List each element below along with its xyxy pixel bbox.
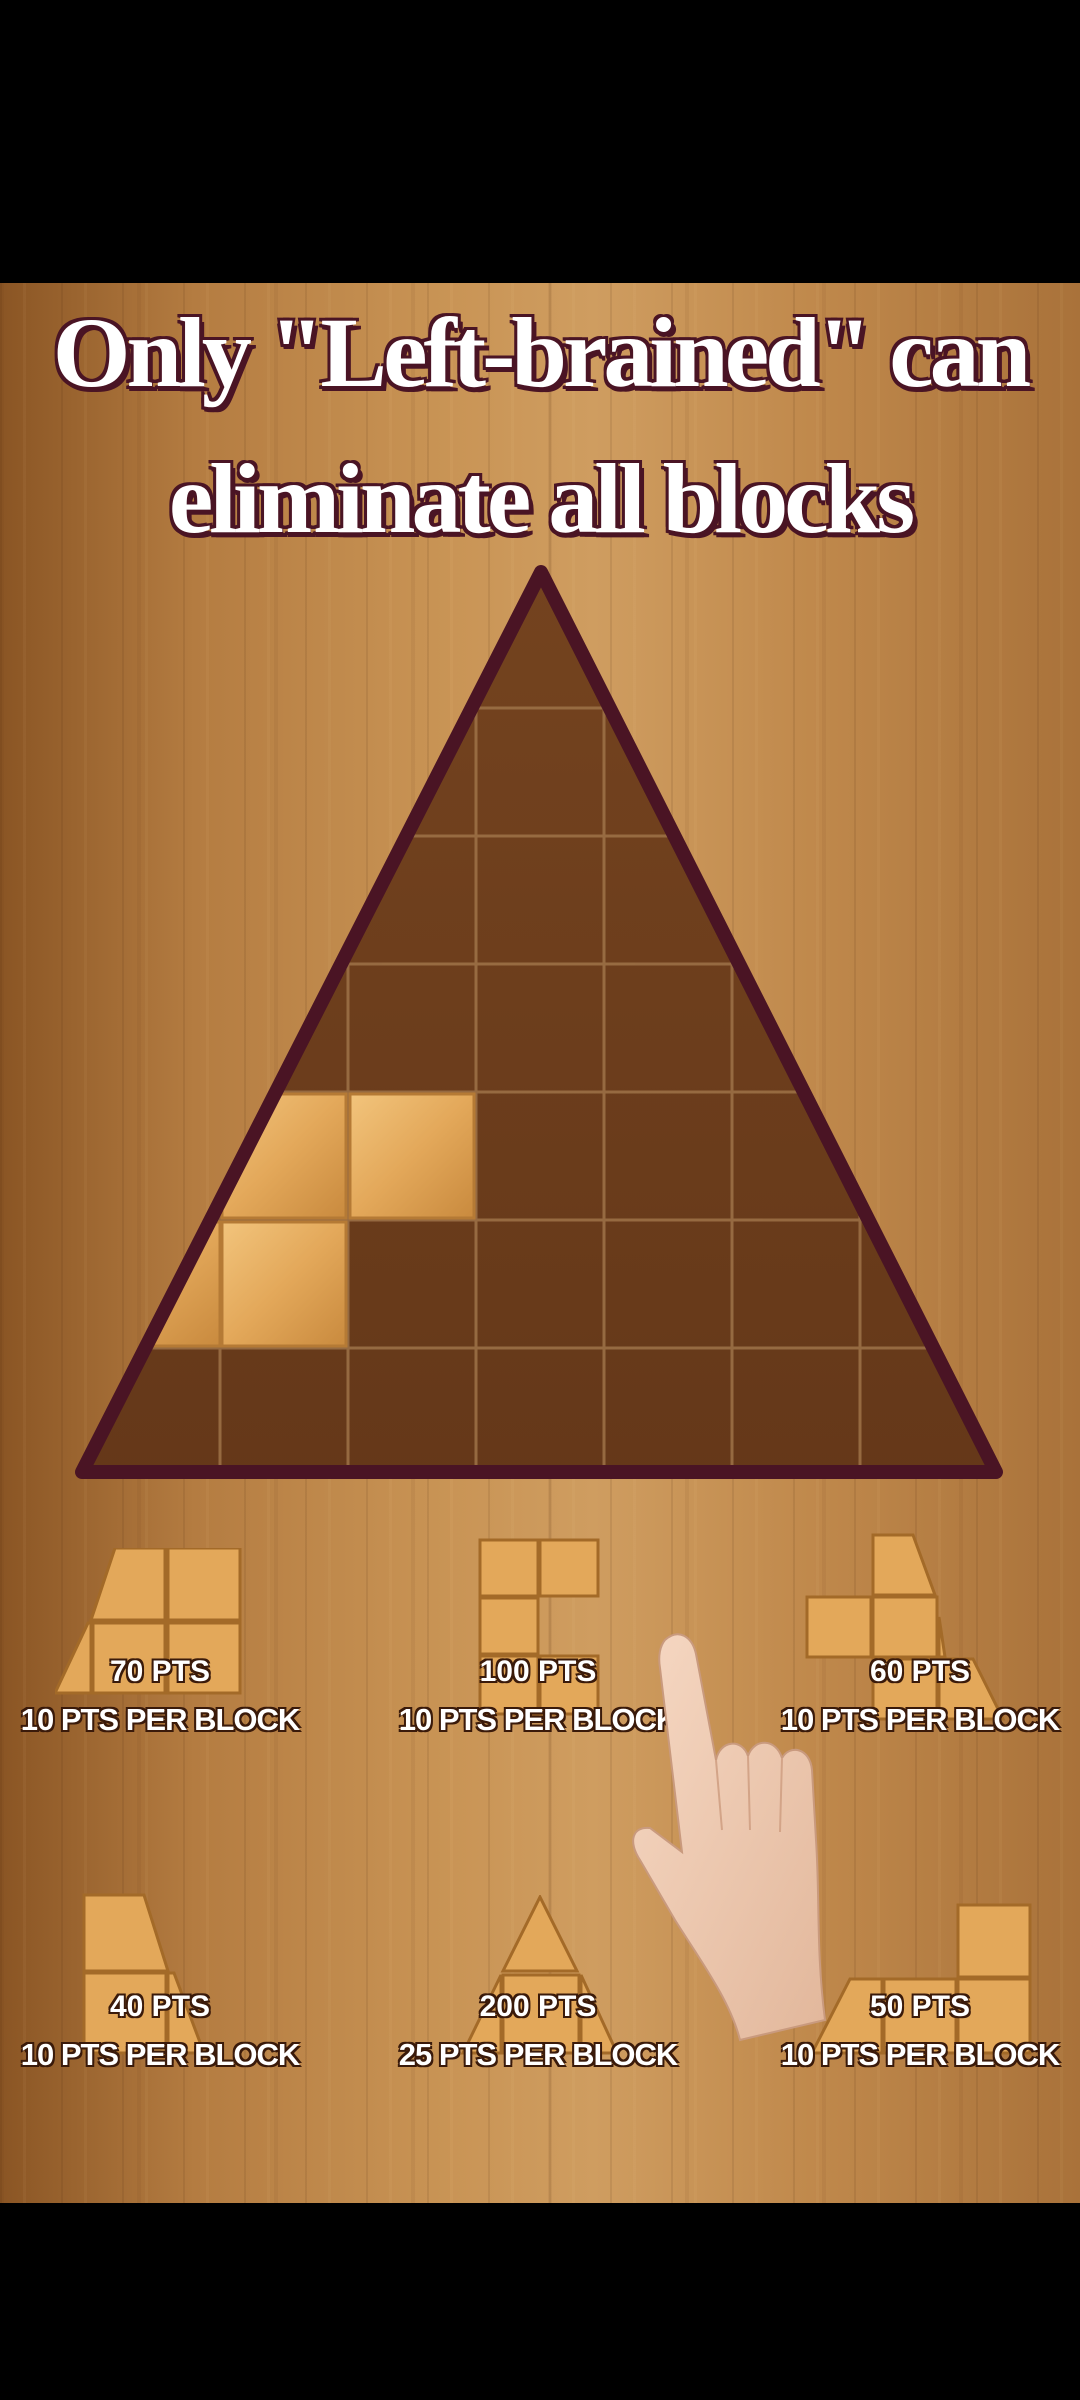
triangle-puzzle-board[interactable] xyxy=(0,283,1080,1543)
game-board-background: Only "Left-brained" can eliminate all bl… xyxy=(0,283,1080,2203)
piece-points: 40 PTS xyxy=(109,1990,211,2023)
pointing-hand-icon xyxy=(632,1633,827,2042)
piece-40-caption: 40 PTS 10 PTS PER BLOCK xyxy=(0,1983,320,2079)
piece-points: 70 PTS xyxy=(109,1655,211,1688)
piece-per-block: 10 PTS PER BLOCK xyxy=(20,1702,301,1737)
piece-70-caption: 70 PTS 10 PTS PER BLOCK xyxy=(0,1648,320,1744)
piece-per-block: 10 PTS PER BLOCK xyxy=(20,2037,301,2072)
